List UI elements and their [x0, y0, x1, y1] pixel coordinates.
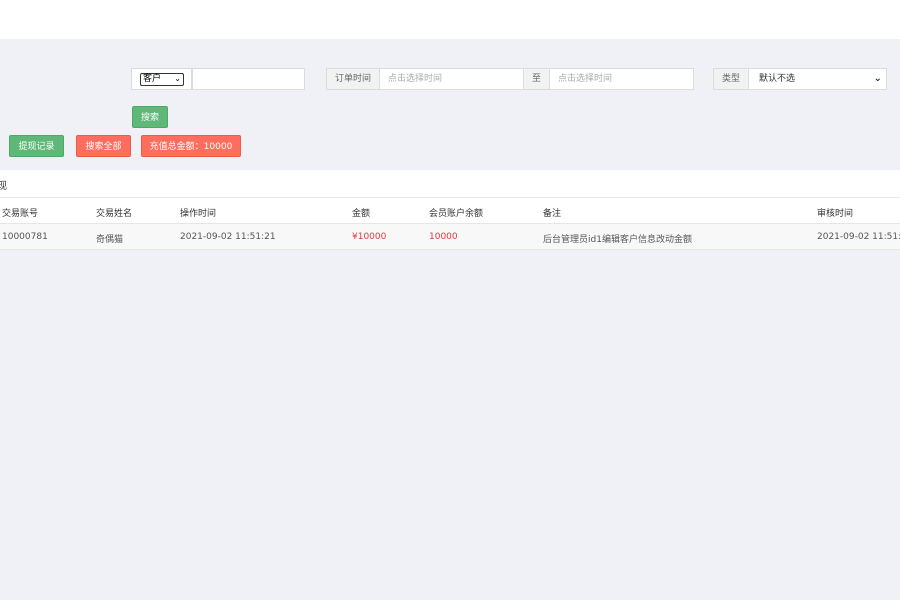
search-button[interactable]: 搜索 [132, 106, 168, 128]
cell-amount: ¥10000 [352, 232, 387, 242]
header-remark: 备注 [543, 209, 562, 219]
header-name: 交易姓名 [96, 209, 133, 219]
account-search-input[interactable] [192, 68, 305, 90]
recharge-total-badge[interactable]: 充值总金额：10000 [141, 135, 241, 157]
withdraw-records-button[interactable]: 提现记录 [9, 135, 64, 157]
cell-account: 10000781 [2, 232, 48, 242]
header-balance: 会员账户余额 [429, 209, 484, 219]
account-type-select[interactable]: 客户 ⌄ [140, 73, 184, 86]
type-select-value: 默认不选 [759, 74, 796, 84]
order-time-label: 订单时间 [326, 68, 380, 90]
account-type-value: 客户 [143, 74, 162, 84]
to-label: 至 [523, 68, 550, 90]
cell-remark: 后台管理员id1编辑客户信息改动金额 [543, 235, 692, 245]
divider [0, 249, 900, 250]
type-label: 类型 [713, 68, 749, 90]
end-date-input[interactable]: 点击选择时间 [549, 68, 694, 90]
header-account: 交易账号 [2, 209, 39, 219]
header-op-time: 操作时间 [180, 209, 217, 219]
header-audit-time: 审核时间 [817, 209, 854, 219]
type-select[interactable]: 默认不选 ⌄ [748, 68, 887, 90]
cell-audit-time: 2021-09-02 11:51:21 [817, 232, 900, 242]
divider [0, 197, 900, 198]
account-type-select-wrapper: 客户 ⌄ [131, 68, 192, 90]
chevron-down-icon: ⌄ [174, 74, 181, 83]
cell-op-time: 2021-09-02 11:51:21 [180, 232, 276, 242]
header-amount: 金额 [352, 209, 371, 219]
chevron-down-icon: ⌄ [873, 73, 882, 84]
start-date-input[interactable]: 点击选择时间 [379, 68, 524, 90]
top-header [0, 0, 900, 39]
search-all-button[interactable]: 搜索全部 [76, 135, 131, 157]
cell-name: 奇偶猫 [96, 235, 124, 245]
table-title: 现 [0, 181, 7, 192]
cell-balance: 10000 [429, 232, 458, 242]
